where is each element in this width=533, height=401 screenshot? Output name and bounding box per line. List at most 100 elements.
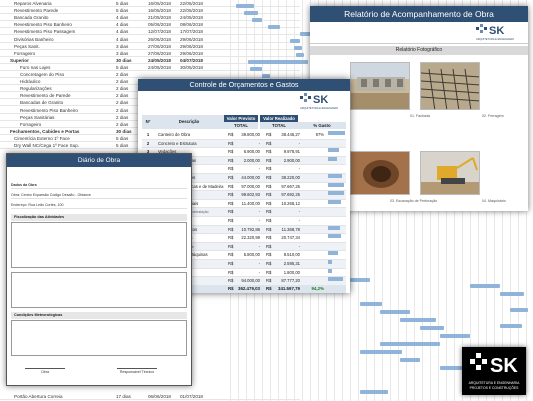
spend-bar [328,191,345,196]
currency-symbol: R$ [228,269,234,275]
budget-title: Controle de Orçamentos e Gastos [138,79,350,91]
task-duration: 30 dias [116,128,132,134]
spend-bar [328,131,346,135]
diary-weather-box [11,320,187,356]
svg-text:SK: SK [489,25,504,37]
diary-notes-box [11,272,187,308]
gantt-bar [262,73,270,78]
currency-symbol: R$ [228,235,234,241]
currency-symbol: R$ [266,149,272,155]
planned-value: - [258,209,260,215]
currency-symbol: R$ [228,175,234,180]
planned-value: 6.900,00 [243,149,260,155]
actual-value: 38.446,27 [281,132,300,137]
svg-text:ARQUITETURA E ENGENHARIA: ARQUITETURA E ENGENHARIA [300,106,338,110]
total-currency: R$ [228,286,234,291]
gantt-bar [440,333,470,338]
diary-activity-box [11,222,187,268]
task-duration: 5 dias [116,1,129,6]
task-end: 22/05/2018 [180,8,203,14]
task-duration: 2 dias [116,121,129,127]
task-name: Reparos Alvenaria [14,1,52,6]
sk-logo-icon: SK [470,353,518,377]
col-header-total-planned: TOTAL [224,122,258,129]
currency-symbol: R$ [266,157,272,163]
col-header-total-actual: TOTAL [260,122,298,129]
task-start: 12/07/2018 [148,29,171,35]
currency-symbol: R$ [266,235,272,241]
col-header-description: Descrição [154,115,224,129]
gantt-bar [296,52,304,57]
planned-value: - [258,218,260,223]
spend-bar [328,277,344,282]
task-name: Peças Sanitárias [20,114,55,120]
task-name: Revestimento de Parede [20,93,71,99]
actual-value: 97.692,25 [281,192,300,198]
site-photo-machinery [420,151,480,195]
actual-value: 20.747,34 [281,235,300,241]
task-end: 29/06/2018 [180,36,203,42]
currency-symbol: R$ [266,269,272,275]
budget-row: 1 Canteiro de Obra R$ 39.800,00 R$ 38.446,27 9… [142,131,346,140]
total-planned: 362.479,03 [238,286,260,291]
sk-corner-logo: SK ARQUITETURA E ENGENHARIA PROJETOS E C… [462,347,526,395]
task-duration: 4 dias [116,36,129,42]
task-duration: 2 dias [116,107,129,113]
spend-bar [328,182,345,187]
currency-symbol: R$ [266,175,272,180]
spend-bar [328,174,343,178]
report-title: Relatório de Acompanhamento de Obra [310,6,528,22]
task-duration: 2 dias [116,86,129,92]
gantt-row: Revestimento Piso Passagem 4 dias 12/07/20… [0,28,300,36]
photo-caption: 01. Fachada [410,114,430,118]
gantt-bar [380,309,410,314]
currency-symbol: R$ [266,243,272,249]
planned-value: 5.800,00 [243,252,260,258]
gantt-bar [510,307,528,312]
actual-value: 97.667,25 [281,183,300,189]
signature-label: Obra [41,370,49,374]
gantt-row: Forrageiro 3 dias 27/06/2018 29/06/2018 [0,50,300,57]
planned-value: - [258,269,260,275]
gantt-bar [360,349,402,354]
currency-symbol: R$ [266,192,272,198]
task-duration: 5 dias [116,64,129,70]
task-start: 26/06/2018 [148,36,171,42]
currency-symbol: R$ [228,132,234,137]
gantt-row: Reparos Alvenaria 5 dias 16/05/2018 22/05/2… [0,0,300,7]
task-end: 01/07/2018 [180,394,203,399]
task-start: 24/05/2018 [148,57,171,63]
task-start: 24/05/2018 [148,64,171,70]
gantt-bar [350,277,370,282]
currency-symbol: R$ [266,209,272,215]
diary-section: Condições Meteorológicas [11,312,187,319]
spend-bar [328,148,339,153]
gantt-bar [400,317,436,322]
task-name: Divisórias Banheiro [14,36,54,42]
task-duration: 5 dias [116,143,129,148]
svg-text:SK: SK [313,94,328,106]
task-duration: 5 dias [116,135,129,141]
diary-field: Obra: Centro Expansão Código Desafio - O… [11,192,187,199]
svg-text:ARQUITETURA E ENGENHARIA: ARQUITETURA E ENGENHARIA [476,37,514,41]
planned-value: 44.000,00 [241,175,260,180]
gantt-bar [244,10,258,15]
gantt-bar [360,389,388,394]
sk-logo-icon: SK ARQUITETURA E ENGENHARIA [300,93,338,110]
item-description: Concreto e Estrutura [158,140,197,146]
photo-caption: 04. Maquinário [482,199,506,203]
budget-logo-band: SK ARQUITETURA E ENGENHARIA [138,91,350,113]
planned-value: - [258,166,260,172]
signature-line [25,368,65,369]
total-percent: 94,2% [311,286,324,291]
col-header-percent: % Gasto [298,122,346,129]
actual-value: - [298,166,300,172]
gantt-bar [248,59,308,64]
task-name: Bancadas de Granito [20,100,64,106]
task-start: 05/06/2018 [148,22,171,28]
col-header-planned: Valor Previsto [224,115,258,122]
gantt-bar [380,341,440,346]
currency-symbol: R$ [266,183,272,189]
task-end: 30/05/2018 [180,64,203,70]
logo-tagline: PROJETOS E CONSTRUÇÕES [469,386,519,390]
